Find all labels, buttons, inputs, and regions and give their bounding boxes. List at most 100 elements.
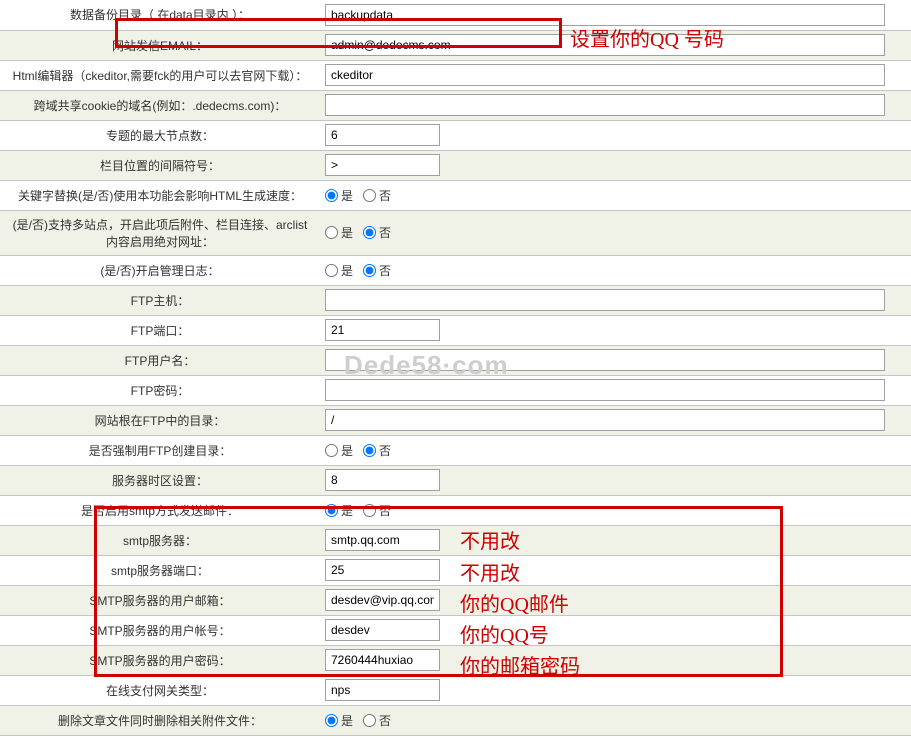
config-label: 是否启用smtp方式发送邮件：: [0, 495, 320, 525]
config-value-cell: [320, 150, 911, 180]
config-row: 在线支付网关类型：: [0, 675, 911, 705]
config-text-input[interactable]: [325, 529, 440, 551]
config-row: 跨域共享cookie的域名(例如：.dedecms.com)：: [0, 90, 911, 120]
config-table: 数据备份目录（ 在data目录内 ）：网站发信EMAIL：Html编辑器（cke…: [0, 0, 911, 736]
radio-no-label[interactable]: 否: [363, 224, 391, 241]
radio-no-label[interactable]: 否: [363, 502, 391, 519]
config-row: 栏目位置的间隔符号：: [0, 150, 911, 180]
radio-no-label[interactable]: 否: [363, 187, 391, 204]
radio-yes-text: 是: [341, 442, 353, 459]
radio-group: 是否: [325, 187, 906, 204]
config-label: 专题的最大节点数：: [0, 120, 320, 150]
config-text-input[interactable]: [325, 4, 885, 26]
radio-no-text: 否: [379, 502, 391, 519]
config-row: smtp服务器端口：: [0, 555, 911, 585]
config-text-input[interactable]: [325, 409, 885, 431]
config-row: FTP主机：: [0, 285, 911, 315]
config-label: 删除文章文件同时删除相关附件文件：: [0, 705, 320, 735]
radio-no-text: 否: [379, 187, 391, 204]
radio-yes-label[interactable]: 是: [325, 502, 353, 519]
radio-yes[interactable]: [325, 189, 338, 202]
config-text-input[interactable]: [325, 589, 440, 611]
config-value-cell: [320, 375, 911, 405]
config-row: (是/否)开启管理日志：是否: [0, 255, 911, 285]
radio-no-label[interactable]: 否: [363, 262, 391, 279]
config-value-cell: 是否: [320, 495, 911, 525]
radio-no-text: 否: [379, 262, 391, 279]
config-label: 栏目位置的间隔符号：: [0, 150, 320, 180]
radio-yes-text: 是: [341, 224, 353, 241]
radio-yes-label[interactable]: 是: [325, 442, 353, 459]
config-row: smtp服务器：: [0, 525, 911, 555]
radio-yes[interactable]: [325, 714, 338, 727]
config-value-cell: [320, 585, 911, 615]
radio-no[interactable]: [363, 189, 376, 202]
config-text-input[interactable]: [325, 289, 885, 311]
config-row: 专题的最大节点数：: [0, 120, 911, 150]
radio-no-label[interactable]: 否: [363, 712, 391, 729]
config-row: 关键字替换(是/否)使用本功能会影响HTML生成速度：是否: [0, 180, 911, 210]
config-label: (是/否)支持多站点，开启此项后附件、栏目连接、arclist内容启用绝对网址：: [0, 210, 320, 255]
config-row: SMTP服务器的用户密码：: [0, 645, 911, 675]
radio-yes-label[interactable]: 是: [325, 187, 353, 204]
radio-no-text: 否: [379, 224, 391, 241]
config-row: 网站发信EMAIL：: [0, 30, 911, 60]
radio-no[interactable]: [363, 264, 376, 277]
config-value-cell: [320, 645, 911, 675]
config-value-cell: 是否: [320, 210, 911, 255]
config-value-cell: 是否: [320, 705, 911, 735]
config-text-input[interactable]: [325, 379, 885, 401]
radio-no[interactable]: [363, 504, 376, 517]
config-label: 数据备份目录（ 在data目录内 ）：: [0, 0, 320, 30]
config-value-cell: 是否: [320, 255, 911, 285]
config-row: 是否启用smtp方式发送邮件：是否: [0, 495, 911, 525]
config-label: 是否强制用FTP创建目录：: [0, 435, 320, 465]
config-text-input[interactable]: [325, 94, 885, 116]
radio-yes[interactable]: [325, 504, 338, 517]
config-label: Html编辑器（ckeditor,需要fck的用户可以去官网下载）：: [0, 60, 320, 90]
radio-yes-text: 是: [341, 712, 353, 729]
config-value-cell: [320, 465, 911, 495]
config-text-input[interactable]: [325, 649, 440, 671]
config-label: (是/否)开启管理日志：: [0, 255, 320, 285]
radio-no[interactable]: [363, 714, 376, 727]
config-row: 删除文章文件同时删除相关附件文件：是否: [0, 705, 911, 735]
config-value-cell: [320, 615, 911, 645]
config-text-input[interactable]: [325, 154, 440, 176]
config-text-input[interactable]: [325, 124, 440, 146]
config-label: 服务器时区设置：: [0, 465, 320, 495]
config-text-input[interactable]: [325, 619, 440, 641]
radio-no-text: 否: [379, 442, 391, 459]
config-label: SMTP服务器的用户邮箱：: [0, 585, 320, 615]
config-text-input[interactable]: [325, 679, 440, 701]
radio-yes[interactable]: [325, 444, 338, 457]
config-text-input[interactable]: [325, 34, 885, 56]
config-text-input[interactable]: [325, 559, 440, 581]
config-label: SMTP服务器的用户帐号：: [0, 615, 320, 645]
config-value-cell: 是否: [320, 435, 911, 465]
config-text-input[interactable]: [325, 469, 440, 491]
config-value-cell: [320, 405, 911, 435]
radio-no-text: 否: [379, 712, 391, 729]
config-label: 在线支付网关类型：: [0, 675, 320, 705]
radio-no[interactable]: [363, 444, 376, 457]
radio-yes-text: 是: [341, 502, 353, 519]
config-value-cell: [320, 30, 911, 60]
radio-yes[interactable]: [325, 264, 338, 277]
config-text-input[interactable]: [325, 319, 440, 341]
config-label: smtp服务器端口：: [0, 555, 320, 585]
config-text-input[interactable]: [325, 64, 885, 86]
radio-yes[interactable]: [325, 226, 338, 239]
radio-no[interactable]: [363, 226, 376, 239]
radio-no-label[interactable]: 否: [363, 442, 391, 459]
radio-yes-label[interactable]: 是: [325, 262, 353, 279]
config-text-input[interactable]: [325, 349, 885, 371]
radio-yes-label[interactable]: 是: [325, 712, 353, 729]
config-label: FTP密码：: [0, 375, 320, 405]
config-row: 数据备份目录（ 在data目录内 ）：: [0, 0, 911, 30]
config-value-cell: [320, 90, 911, 120]
radio-group: 是否: [325, 224, 906, 241]
config-label: FTP主机：: [0, 285, 320, 315]
radio-yes-label[interactable]: 是: [325, 224, 353, 241]
config-label: SMTP服务器的用户密码：: [0, 645, 320, 675]
